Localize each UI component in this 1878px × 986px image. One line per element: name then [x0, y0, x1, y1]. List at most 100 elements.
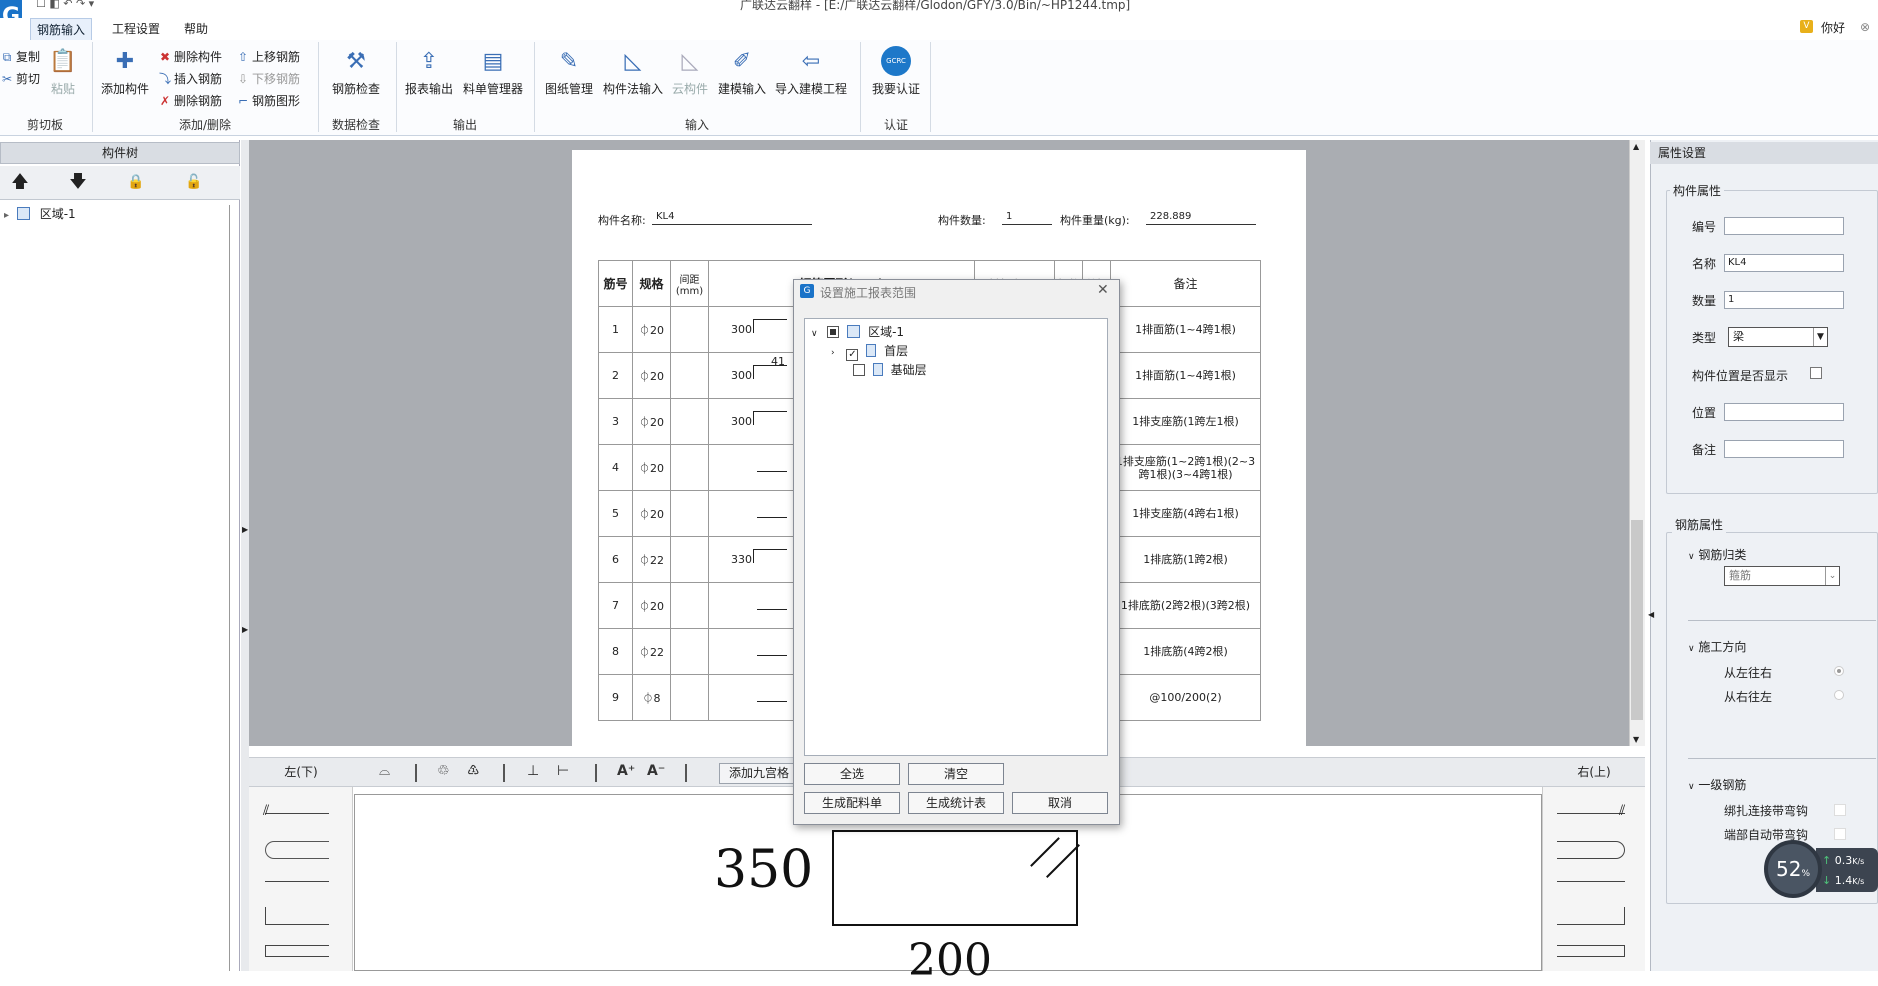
undo-shape-icon[interactable]: ⌓: [379, 763, 390, 779]
grade-one-rebar-section[interactable]: ∨ 一级钢筋: [1688, 776, 1746, 793]
paste-button[interactable]: 📋 粘贴: [46, 46, 80, 97]
name-input[interactable]: KL4: [1724, 254, 1844, 272]
select-all-button[interactable]: 全选: [804, 763, 900, 785]
right-up-button[interactable]: 右(上): [1543, 763, 1645, 784]
hook-shape-r2[interactable]: [1557, 841, 1625, 859]
tree-node-region[interactable]: ∨ 区域-1: [811, 323, 904, 340]
section-dimension-height[interactable]: 350: [714, 840, 813, 900]
cut-button[interactable]: ✂ 剪切: [0, 70, 40, 87]
memory-usage-ring[interactable]: 52%: [1764, 840, 1822, 898]
copy-button[interactable]: ⧉ 复制: [0, 48, 40, 65]
hook-shape-4[interactable]: [265, 907, 329, 925]
move-up-icon[interactable]: 🡅: [10, 172, 30, 192]
collapse-left-icon[interactable]: ▶: [242, 625, 248, 634]
lap-hook-checkbox[interactable]: [1834, 804, 1846, 816]
clear-button[interactable]: 清空: [908, 763, 1004, 785]
delete-component-button[interactable]: ✖ 删除构件: [158, 48, 222, 65]
section-rectangle[interactable]: [832, 830, 1080, 926]
chevron-right-icon[interactable]: ›: [831, 348, 835, 358]
drawing-management-button[interactable]: ✎ 图纸管理: [544, 46, 594, 97]
tree-node-foundation[interactable]: 基础层: [845, 361, 927, 378]
import-modeling-project-button[interactable]: ⇦ 导入建模工程: [774, 46, 848, 97]
generate-statistics-button[interactable]: 生成统计表: [908, 792, 1004, 814]
materials-manager-button[interactable]: ▤ 料单管理器: [462, 46, 524, 97]
note-input[interactable]: [1724, 440, 1844, 458]
window-title: 广联达云翻样 - [E:/广联达云翻样/Glodon/GFY/3.0/Bin/~…: [740, 0, 1131, 12]
insert-rebar-button[interactable]: ⤵ 插入钢筋: [158, 70, 222, 87]
hook-shape-2[interactable]: [265, 841, 329, 859]
delete-rebar-button[interactable]: ✗ 删除钢筋: [158, 92, 222, 109]
rebar-category-section[interactable]: ∨ 钢筋归类: [1688, 546, 1746, 563]
tree-item-region-1[interactable]: ▸ 区域-1: [4, 205, 76, 222]
close-user-icon[interactable]: ⊗: [1860, 20, 1870, 34]
move-down-rebar-button[interactable]: ⇩ 下移钢筋: [236, 70, 300, 87]
tab-project-settings[interactable]: 工程设置: [106, 18, 166, 40]
foundation-checkbox[interactable]: [853, 364, 865, 376]
font-increase-icon[interactable]: A⁺: [617, 763, 635, 779]
hook-shape-3[interactable]: [265, 881, 329, 882]
direction-left-to-right[interactable]: 从左往右: [1724, 664, 1772, 681]
component-method-input-button[interactable]: ◺ 构件法输入: [602, 46, 664, 97]
hook-shape-r5[interactable]: [1557, 945, 1625, 957]
move-up-rebar-button[interactable]: ⇧ 上移钢筋: [236, 48, 300, 65]
horizontal-dimension-icon[interactable]: ⊢: [557, 763, 569, 779]
chevron-down-icon[interactable]: ∨: [811, 329, 818, 339]
section-dimension-width[interactable]: 200: [908, 935, 992, 986]
type-select[interactable]: 梁 ▼: [1728, 327, 1828, 347]
position-input[interactable]: [1724, 403, 1844, 421]
rebar-category-select[interactable]: 箍筋 ⌄: [1724, 566, 1840, 586]
lap-hook-option[interactable]: 绑扎连接带弯钩: [1724, 802, 1808, 819]
vip-badge-icon[interactable]: V: [1800, 20, 1813, 33]
user-greeting[interactable]: 你好: [1821, 19, 1845, 36]
scroll-down-icon[interactable]: ▼: [1633, 735, 1639, 744]
cancel-button[interactable]: 取消: [1012, 792, 1108, 814]
tab-rebar-input[interactable]: 钢筋输入: [30, 18, 93, 40]
modeling-input-button[interactable]: ✐ 建模输入: [716, 46, 768, 97]
font-decrease-icon[interactable]: A⁻: [647, 763, 665, 779]
region-checkbox[interactable]: [827, 326, 840, 338]
add-nine-grid-button[interactable]: 添加九宫格: [719, 763, 799, 784]
first-floor-checkbox[interactable]: ✓: [846, 349, 859, 361]
hook-shape-1[interactable]: [265, 813, 329, 814]
chevron-right-icon[interactable]: ▸: [4, 210, 9, 221]
cell-spacing: [670, 444, 709, 491]
collapse-left-icon[interactable]: ▶: [242, 525, 248, 534]
report-output-button[interactable]: ⇪ 报表输出: [404, 46, 454, 97]
hook-shape-r3[interactable]: [1557, 881, 1625, 882]
hook-shape-5[interactable]: [265, 945, 329, 957]
rebar-shape-button[interactable]: ⌐ 钢筋图形: [236, 92, 300, 109]
tab-help[interactable]: 帮助: [178, 18, 214, 40]
left-splitter[interactable]: ▶ ▶: [241, 140, 249, 971]
show-position-checkbox[interactable]: [1810, 367, 1822, 379]
collapse-right-icon[interactable]: ◀: [1648, 610, 1654, 619]
cell-spec: ⏀20: [632, 306, 671, 353]
certify-button[interactable]: GCRC 我要认证: [868, 46, 924, 97]
direction-radio-selected[interactable]: [1834, 666, 1844, 676]
end-hook-checkbox[interactable]: [1834, 828, 1846, 840]
scroll-up-icon[interactable]: ▲: [1633, 142, 1639, 151]
lock-icon[interactable]: 🔒: [126, 172, 146, 192]
left-down-button[interactable]: 左(下): [249, 763, 353, 784]
generate-material-list-button[interactable]: 生成配料单: [804, 792, 900, 814]
code-input[interactable]: [1724, 217, 1844, 235]
hook-tool-2-icon[interactable]: ♳: [467, 763, 480, 779]
hook-tool-icon[interactable]: ♲: [437, 763, 450, 779]
cell-spec: ⏀8: [632, 674, 671, 721]
cell-spacing: [670, 306, 709, 353]
scrollbar-thumb[interactable]: [1631, 520, 1643, 720]
qty-input[interactable]: 1: [1724, 291, 1844, 309]
move-down-icon[interactable]: 🡇: [68, 172, 88, 192]
direction-radio[interactable]: [1834, 690, 1844, 700]
direction-right-to-left[interactable]: 从右往左: [1724, 688, 1772, 705]
vertical-dimension-icon[interactable]: ⊥: [527, 763, 539, 779]
cloud-component-button[interactable]: ◺ 云构件: [670, 46, 710, 97]
dialog-close-icon[interactable]: ✕: [1097, 282, 1109, 298]
unlock-icon[interactable]: 🔓: [184, 172, 204, 192]
add-component-button[interactable]: ✚ 添加构件: [98, 46, 152, 97]
hook-shape-r1[interactable]: [1557, 813, 1625, 814]
construction-direction-section[interactable]: ∨ 施工方向: [1688, 638, 1746, 655]
hook-shape-r4[interactable]: [1557, 907, 1625, 925]
quick-access-toolbar[interactable]: ☐ ◧ ↶ ↷ ▾: [36, 0, 94, 10]
rebar-check-button[interactable]: ⚒ 钢筋检查: [330, 46, 382, 97]
tree-node-first-floor[interactable]: › ✓ 首层: [831, 342, 908, 361]
